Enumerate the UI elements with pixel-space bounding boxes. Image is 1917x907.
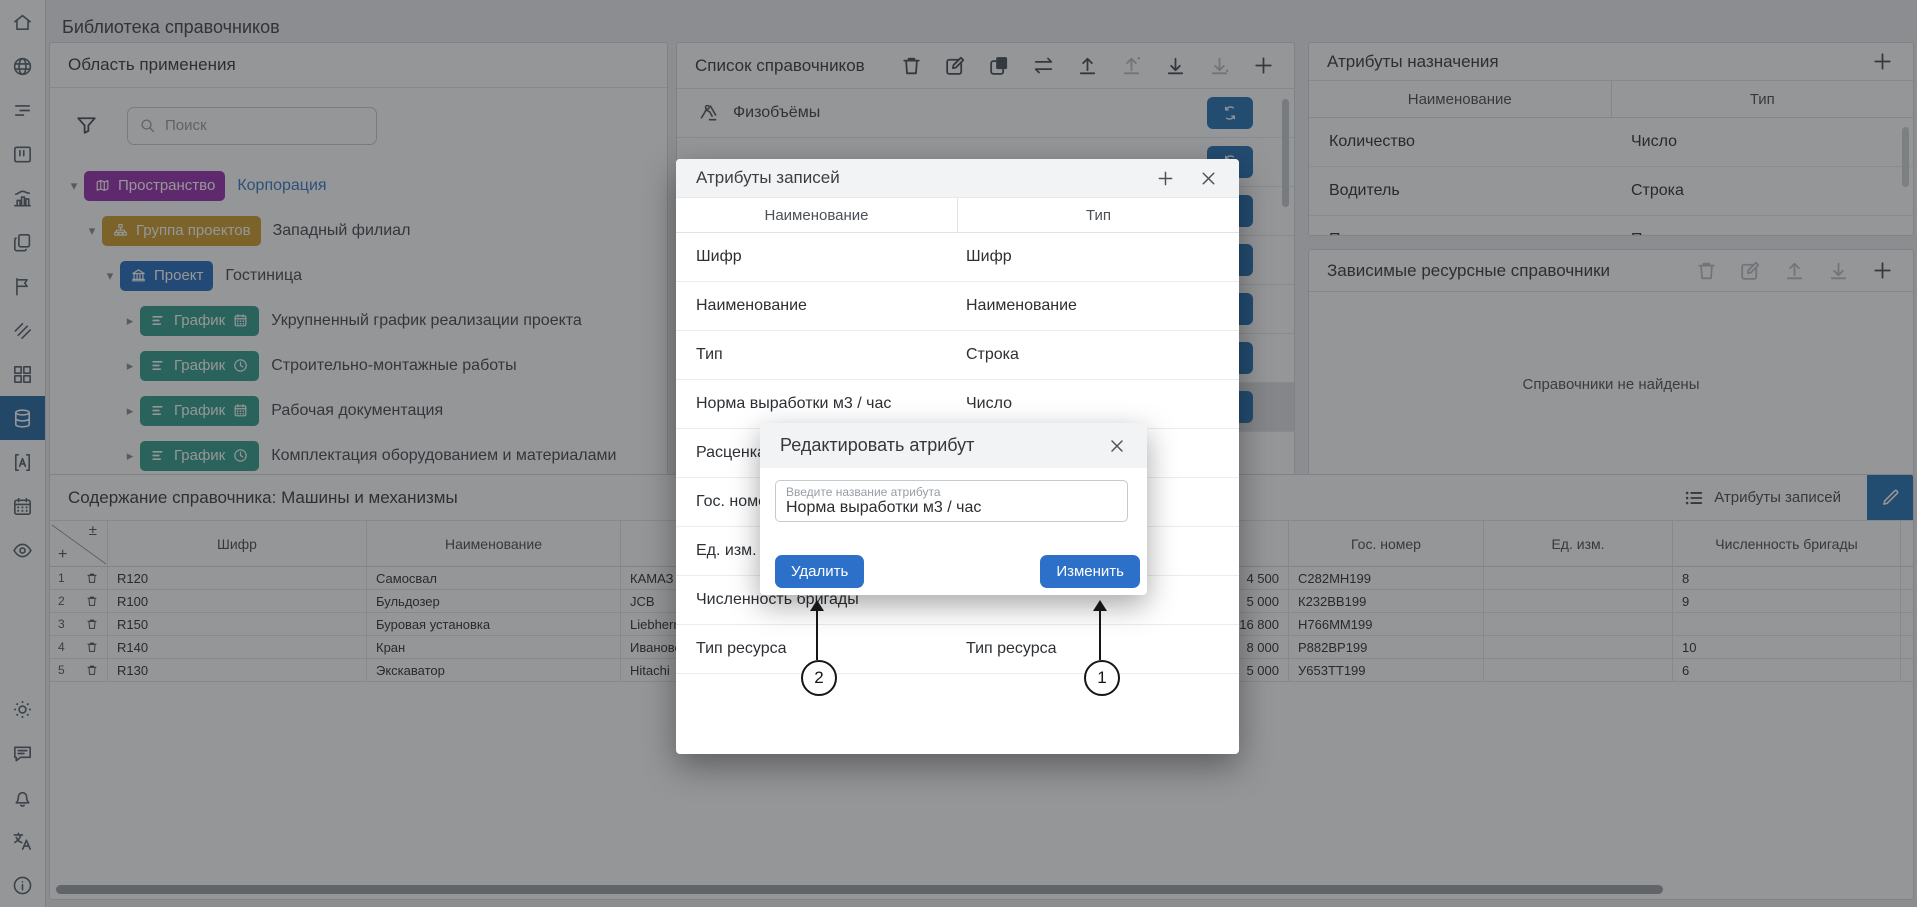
- record-attribute-row[interactable]: Наименование Наименование: [676, 282, 1239, 331]
- attribute-name: Норма выработки м3 / час: [696, 380, 891, 428]
- change-button[interactable]: Изменить: [1040, 555, 1140, 588]
- edit-attribute-dialog: Редактировать атрибут Введите название а…: [760, 423, 1147, 595]
- attribute-type: Шифр: [966, 233, 1012, 281]
- dialog-title: Редактировать атрибут: [780, 435, 974, 456]
- record-attribute-row[interactable]: Шифр Шифр: [676, 233, 1239, 282]
- close-icon[interactable]: [1198, 168, 1219, 189]
- attribute-name: Шифр: [696, 233, 742, 281]
- attribute-name: Наименование: [696, 282, 807, 330]
- attribute-name-input[interactable]: Введите название атрибута Норма выработк…: [775, 480, 1128, 522]
- modal-title: Атрибуты записей: [696, 168, 840, 188]
- attribute-type: Наименование: [966, 282, 1077, 330]
- column-header: Тип: [958, 207, 1239, 224]
- attribute-name: Расценка: [696, 429, 766, 477]
- add-icon[interactable]: [1155, 168, 1176, 189]
- attribute-name: Ед. изм.: [696, 527, 757, 575]
- record-attribute-row[interactable]: Тип ресурса Тип ресурса: [676, 625, 1239, 674]
- attribute-name: Тип: [696, 331, 723, 379]
- delete-button[interactable]: Удалить: [775, 555, 864, 588]
- attribute-type: Число: [966, 380, 1012, 428]
- screen: Библиотека справочников Область применен…: [0, 0, 1917, 907]
- attribute-type: Тип ресурса: [966, 625, 1057, 673]
- column-header: Наименование: [676, 198, 958, 232]
- record-attribute-row[interactable]: Норма выработки м3 / час Число: [676, 380, 1239, 429]
- record-attribute-row[interactable]: Тип Строка: [676, 331, 1239, 380]
- attribute-name: Тип ресурса: [696, 625, 787, 673]
- close-icon[interactable]: [1107, 436, 1127, 456]
- attribute-type: Строка: [966, 331, 1019, 379]
- annotation-number: 2: [801, 660, 837, 696]
- annotation-number: 1: [1084, 660, 1120, 696]
